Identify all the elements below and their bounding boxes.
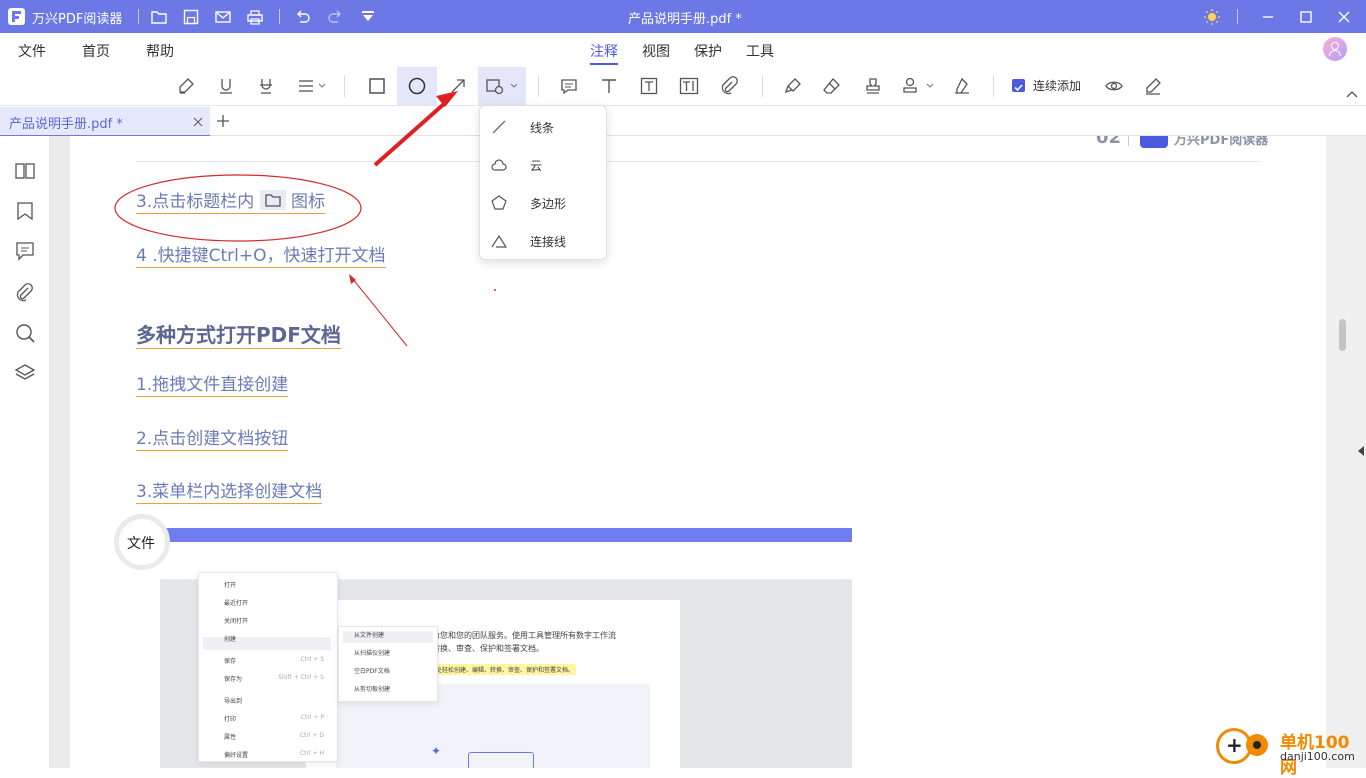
red-dot-mark — [494, 289, 496, 291]
thin-red-arrowhead — [349, 274, 356, 284]
shapes-dropdown-menu: 线条 云 多边形 连接线 — [479, 105, 607, 260]
shape-line-label: 线条 — [530, 121, 555, 135]
shape-cloud-label: 云 — [530, 159, 543, 173]
shape-polygon-label: 多边形 — [530, 197, 567, 211]
shape-polygon-option[interactable]: 多边形 — [480, 184, 606, 222]
shape-polyline-option[interactable]: 连接线 — [480, 222, 606, 260]
bold-red-arrowhead — [436, 91, 458, 107]
cloud-shape-icon — [491, 159, 507, 171]
shape-line-option[interactable]: 线条 — [480, 108, 606, 146]
polyline-shape-icon — [491, 234, 508, 248]
watermark-url: danji100.com — [1280, 750, 1355, 763]
site-watermark: + 单机100网 danji100.com — [1216, 726, 1366, 778]
thin-red-arrow-line — [351, 277, 408, 347]
line-shape-icon — [492, 120, 506, 134]
bold-red-arrow-line — [373, 101, 447, 167]
shape-polyline-label: 连接线 — [530, 235, 567, 249]
annotation-overlay — [114, 91, 496, 347]
shape-cloud-option[interactable]: 云 — [480, 146, 606, 184]
red-ellipse-annotation — [114, 174, 362, 242]
polygon-shape-icon — [491, 195, 507, 210]
